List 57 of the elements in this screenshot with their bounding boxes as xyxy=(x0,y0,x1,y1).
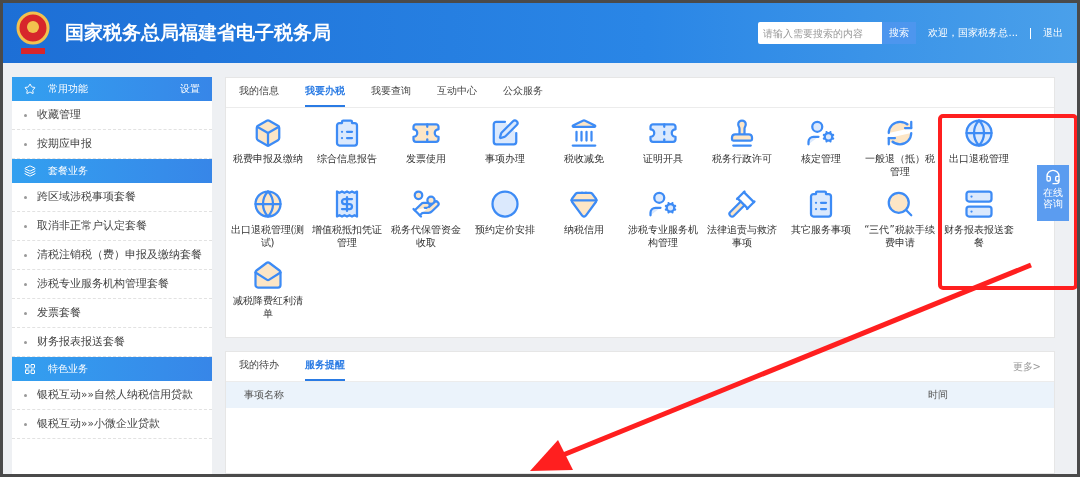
welcome-text: 欢迎，国家税务总... xyxy=(928,26,1018,40)
hand-coins-icon[interactable] xyxy=(410,189,441,219)
sidebar-item[interactable]: 银税互动»»小微企业贷款 xyxy=(12,410,212,439)
service-label[interactable]: 财务报表报送套餐 xyxy=(941,223,1016,249)
star-icon xyxy=(24,83,36,95)
tab[interactable]: 互动中心 xyxy=(437,77,477,107)
service-label[interactable]: 一般退（抵）税管理 xyxy=(862,152,937,178)
user-gear-icon[interactable] xyxy=(805,118,836,148)
sidebar-item[interactable]: 收藏管理 xyxy=(12,101,212,130)
service-label[interactable]: 出口退税管理 xyxy=(941,152,1016,165)
tab[interactable]: 我的信息 xyxy=(239,77,279,107)
section-title: 套餐业务 xyxy=(48,164,89,178)
tab[interactable]: 公众服务 xyxy=(503,77,543,107)
drawers-icon[interactable] xyxy=(963,189,994,219)
service-label[interactable]: 增值税抵扣凭证管理 xyxy=(309,223,384,249)
service-label[interactable]: 税费申报及缴纳 xyxy=(230,152,305,165)
layers-icon xyxy=(24,165,36,177)
service-label[interactable]: 税务行政许可 xyxy=(704,152,779,165)
section-title: 常用功能 xyxy=(48,82,89,96)
column-header: 事项名称 xyxy=(244,388,285,402)
sidebar-item[interactable]: 银税互动»»自然人纳税信用贷款 xyxy=(12,381,212,410)
sidebar-item[interactable]: 取消非正常户认定套餐 xyxy=(12,212,212,241)
section-title: 特色业务 xyxy=(48,362,89,376)
globe-icon[interactable] xyxy=(252,189,283,219)
service-label[interactable]: 法律追责与救济事项 xyxy=(704,223,779,249)
user-gear-icon[interactable] xyxy=(647,189,678,219)
service-label[interactable]: 涉税专业服务机构管理 xyxy=(625,223,700,249)
grid-icon xyxy=(24,363,36,375)
envelope-icon[interactable] xyxy=(252,260,283,290)
service-label[interactable]: 税务代保管资金收取 xyxy=(388,223,463,249)
service-label[interactable]: 核定管理 xyxy=(783,152,858,165)
gavel-icon[interactable] xyxy=(726,189,757,219)
service-label[interactable]: 纳税信用 xyxy=(546,223,621,236)
sidebar-item[interactable]: 清税注销税（费）申报及缴纳套餐 xyxy=(12,241,212,270)
service-label[interactable]: 其它服务事项 xyxy=(783,223,858,236)
service-label[interactable]: 综合信息报告 xyxy=(309,152,384,165)
service-label[interactable]: “三代”税款手续费申请 xyxy=(862,223,937,249)
service-label[interactable]: 事项办理 xyxy=(467,152,542,165)
tab[interactable]: 我要查询 xyxy=(371,77,411,107)
globe-icon[interactable] xyxy=(963,118,994,148)
tab[interactable]: 我要办税 xyxy=(305,77,345,107)
service-label[interactable]: 证明开具 xyxy=(625,152,700,165)
sidebar-item[interactable]: 跨区域涉税事项套餐 xyxy=(12,183,212,212)
tab[interactable]: 我的待办 xyxy=(239,351,279,381)
sidebar-item[interactable]: 涉税专业服务机构管理套餐 xyxy=(12,270,212,299)
search-field[interactable]: 请输入需要搜索的内容 xyxy=(758,22,883,44)
service-label[interactable]: 减税降费红利清单 xyxy=(230,294,305,320)
headset-icon xyxy=(1045,169,1061,185)
site-title: 国家税务总局福建省电子税务局 xyxy=(65,20,332,45)
sidebar-item[interactable]: 发票套餐 xyxy=(12,299,212,328)
service-label[interactable]: 预约定价安排 xyxy=(467,223,542,236)
settings-link[interactable]: 设置 xyxy=(180,82,200,96)
service-label[interactable]: 税收减免 xyxy=(546,152,621,165)
service-label[interactable]: 发票使用 xyxy=(388,152,463,165)
service-label[interactable]: 出口退税管理(测试) xyxy=(230,223,305,249)
column-header: 时间 xyxy=(928,388,949,402)
gem-icon[interactable] xyxy=(568,189,599,219)
